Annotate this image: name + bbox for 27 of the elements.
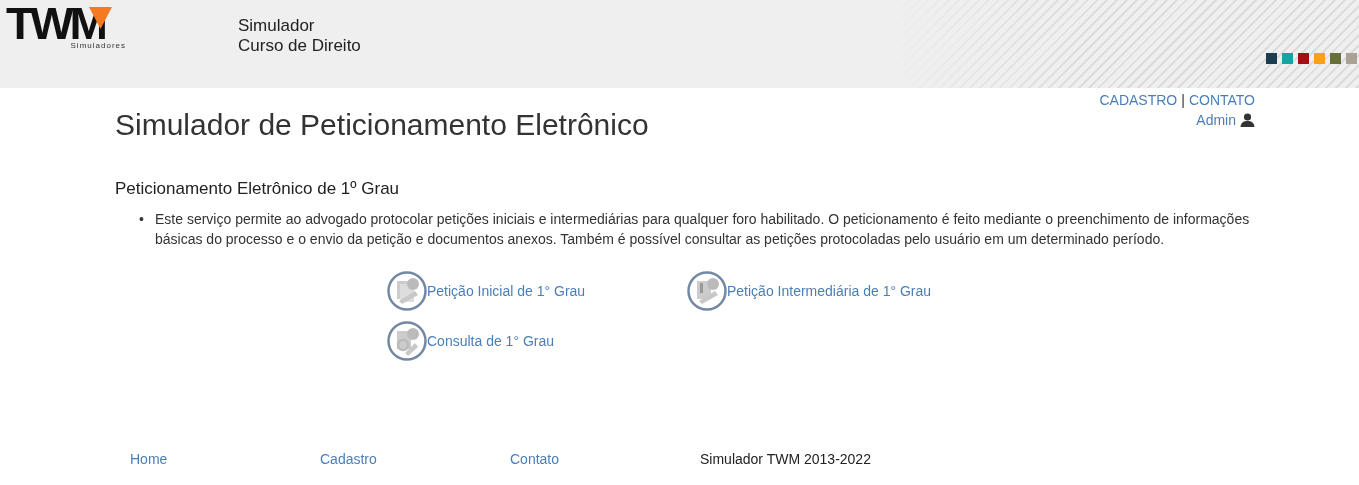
copyright-text: Simulador TWM 2013-2022 <box>700 451 871 467</box>
document-icon[interactable] <box>387 271 427 311</box>
separator: | <box>1181 91 1185 110</box>
action-link[interactable]: Petição Inicial de 1° Grau <box>427 283 586 299</box>
document-icon[interactable] <box>387 321 427 361</box>
header-title: Curso de Direito <box>238 36 361 56</box>
user-link[interactable]: Admin <box>1196 110 1236 130</box>
footer-link[interactable]: Cadastro <box>320 451 377 467</box>
action-link[interactable]: Consulta de 1° Grau <box>427 333 554 349</box>
header-title: Simulador <box>238 16 316 36</box>
color-swatch[interactable] <box>1330 53 1341 64</box>
color-swatch[interactable] <box>1346 53 1357 64</box>
action-link[interactable]: Petição Intermediária de 1° Grau <box>727 283 932 299</box>
user-icon[interactable] <box>1240 113 1255 127</box>
color-swatch[interactable] <box>1314 53 1325 64</box>
bullet-marker: • <box>139 210 145 229</box>
nav-link[interactable]: CONTATO <box>1188 90 1255 110</box>
page-title: Simulador de Peticionamento Eletrônico <box>115 107 649 142</box>
color-swatch[interactable] <box>1282 53 1293 64</box>
footer-link[interactable]: Home <box>130 451 168 467</box>
description-text: Este serviço permite ao advogado protocolar petições iniciais e intermediárias para qualquer foro habilitado. O peticionamento é feito mediante o preenchimento de informações básicas do processo e o envio da petição e documentos anexos. Também é possível consultar as petições protocoladas pelo usuário em um determinado período. <box>155 210 1251 249</box>
nav-link[interactable]: CADASTRO <box>1099 90 1178 110</box>
color-swatch[interactable] <box>1298 53 1309 64</box>
color-swatch[interactable] <box>1266 53 1277 64</box>
document-icon[interactable] <box>687 271 727 311</box>
footer-link[interactable]: Contato <box>510 451 560 467</box>
section-title: Peticionamento Eletrônico de 1º Grau <box>115 178 401 200</box>
